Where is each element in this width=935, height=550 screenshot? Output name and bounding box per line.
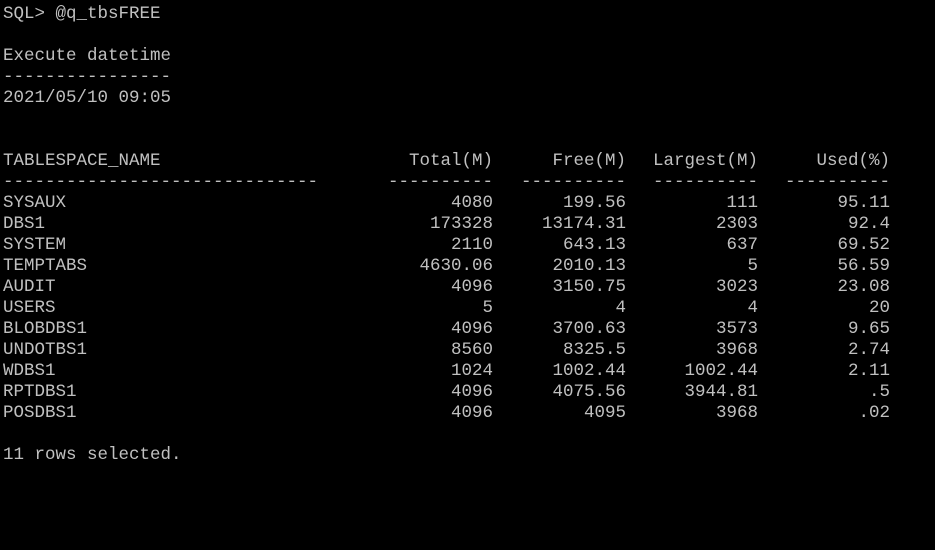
cell-used: 69.52 (837, 235, 890, 255)
rows-selected-footer: 11 rows selected. (3, 445, 182, 465)
table-row: TEMPTABS 4630.06 2010.13 5 56.59 (3, 256, 933, 277)
cell-total: 4096 (450, 382, 493, 402)
cell-used: 23.08 (837, 277, 890, 297)
cell-tablespace-name: SYSTEM (3, 235, 67, 255)
column-header-tablespace-name: TABLESPACE_NAME (3, 151, 161, 171)
cell-total: 8560 (450, 340, 493, 360)
column-underline-used: ---------- (784, 172, 890, 192)
cell-largest: 3023 (715, 277, 758, 297)
table-header-underline-row: ------------------------------ ---------… (3, 172, 933, 193)
cell-largest: 3573 (715, 319, 758, 339)
cell-total: 4630.06 (419, 256, 493, 276)
table-row: UNDOTBS1 8560 8325.5 3968 2.74 (3, 340, 933, 361)
table-row: WDBS1 1024 1002.44 1002.44 2.11 (3, 361, 933, 382)
cell-largest: 2303 (715, 214, 758, 234)
terminal-output[interactable]: SQL> @q_tbsFREE Execute datetime -------… (3, 4, 933, 466)
cell-used: 9.65 (847, 319, 890, 339)
column-underline-largest: ---------- (652, 172, 758, 192)
table-body: SYSAUX 4080 199.56 111 95.11 DBS1 173328… (3, 193, 933, 424)
cell-tablespace-name: AUDIT (3, 277, 56, 297)
cell-free: 13174.31 (541, 214, 626, 234)
cell-tablespace-name: WDBS1 (3, 361, 56, 381)
cell-used: 2.74 (847, 340, 890, 360)
cell-free: 199.56 (562, 193, 626, 213)
cell-largest: 3944.81 (684, 382, 758, 402)
column-underline-tablespace-name: ------------------------------ (3, 172, 319, 192)
cell-free: 3150.75 (552, 277, 626, 297)
column-header-free: Free(M) (552, 151, 626, 171)
cell-used: .5 (868, 382, 890, 402)
table-row: SYSAUX 4080 199.56 111 95.11 (3, 193, 933, 214)
cell-free: 4095 (583, 403, 626, 423)
cell-free: 1002.44 (552, 361, 626, 381)
column-header-used: Used(%) (816, 151, 890, 171)
cell-tablespace-name: UNDOTBS1 (3, 340, 88, 360)
cell-tablespace-name: POSDBS1 (3, 403, 77, 423)
cell-free: 2010.13 (552, 256, 626, 276)
cell-used: 92.4 (847, 214, 890, 234)
cell-largest: 3968 (715, 340, 758, 360)
column-underline-total: ---------- (387, 172, 493, 192)
cell-largest: 4 (747, 298, 758, 318)
cell-total: 2110 (450, 235, 493, 255)
cell-free: 8325.5 (562, 340, 626, 360)
cell-free: 4 (615, 298, 626, 318)
cell-total: 5 (482, 298, 493, 318)
cell-total: 4096 (450, 277, 493, 297)
table-row: AUDIT 4096 3150.75 3023 23.08 (3, 277, 933, 298)
cell-total: 4096 (450, 319, 493, 339)
table-row: POSDBS1 4096 4095 3968 .02 (3, 403, 933, 424)
cell-total: 173328 (429, 214, 493, 234)
cell-free: 4075.56 (552, 382, 626, 402)
table-row: RPTDBS1 4096 4075.56 3944.81 .5 (3, 382, 933, 403)
cell-used: 95.11 (837, 193, 890, 213)
execute-datetime-heading: Execute datetime (3, 46, 172, 66)
execute-datetime-underline: ---------------- (3, 67, 172, 87)
cell-used: 56.59 (837, 256, 890, 276)
cell-largest: 637 (726, 235, 758, 255)
table-row: USERS 5 4 4 20 (3, 298, 933, 319)
cell-largest: 3968 (715, 403, 758, 423)
execute-datetime-value: 2021/05/10 09:05 (3, 88, 172, 108)
cell-tablespace-name: BLOBDBS1 (3, 319, 88, 339)
cell-largest: 1002.44 (684, 361, 758, 381)
cell-total: 1024 (450, 361, 493, 381)
cell-tablespace-name: RPTDBS1 (3, 382, 77, 402)
cell-used: .02 (858, 403, 890, 423)
table-header-row: TABLESPACE_NAME Total(M) Free(M) Largest… (3, 151, 933, 172)
column-header-total: Total(M) (408, 151, 493, 171)
column-underline-free: ---------- (520, 172, 626, 192)
cell-free: 643.13 (562, 235, 626, 255)
table-row: BLOBDBS1 4096 3700.63 3573 9.65 (3, 319, 933, 340)
table-row: SYSTEM 2110 643.13 637 69.52 (3, 235, 933, 256)
cell-used: 2.11 (847, 361, 890, 381)
cell-total: 4096 (450, 403, 493, 423)
cell-total: 4080 (450, 193, 493, 213)
cell-tablespace-name: USERS (3, 298, 56, 318)
table-row: DBS1 173328 13174.31 2303 92.4 (3, 214, 933, 235)
cell-used: 20 (868, 298, 890, 318)
cell-largest: 111 (726, 193, 758, 213)
cell-tablespace-name: SYSAUX (3, 193, 67, 213)
cell-tablespace-name: DBS1 (3, 214, 46, 234)
cell-tablespace-name: TEMPTABS (3, 256, 88, 276)
cell-free: 3700.63 (552, 319, 626, 339)
cell-largest: 5 (747, 256, 758, 276)
column-header-largest: Largest(M) (652, 151, 758, 171)
sql-prompt-line: SQL> @q_tbsFREE (3, 4, 161, 24)
